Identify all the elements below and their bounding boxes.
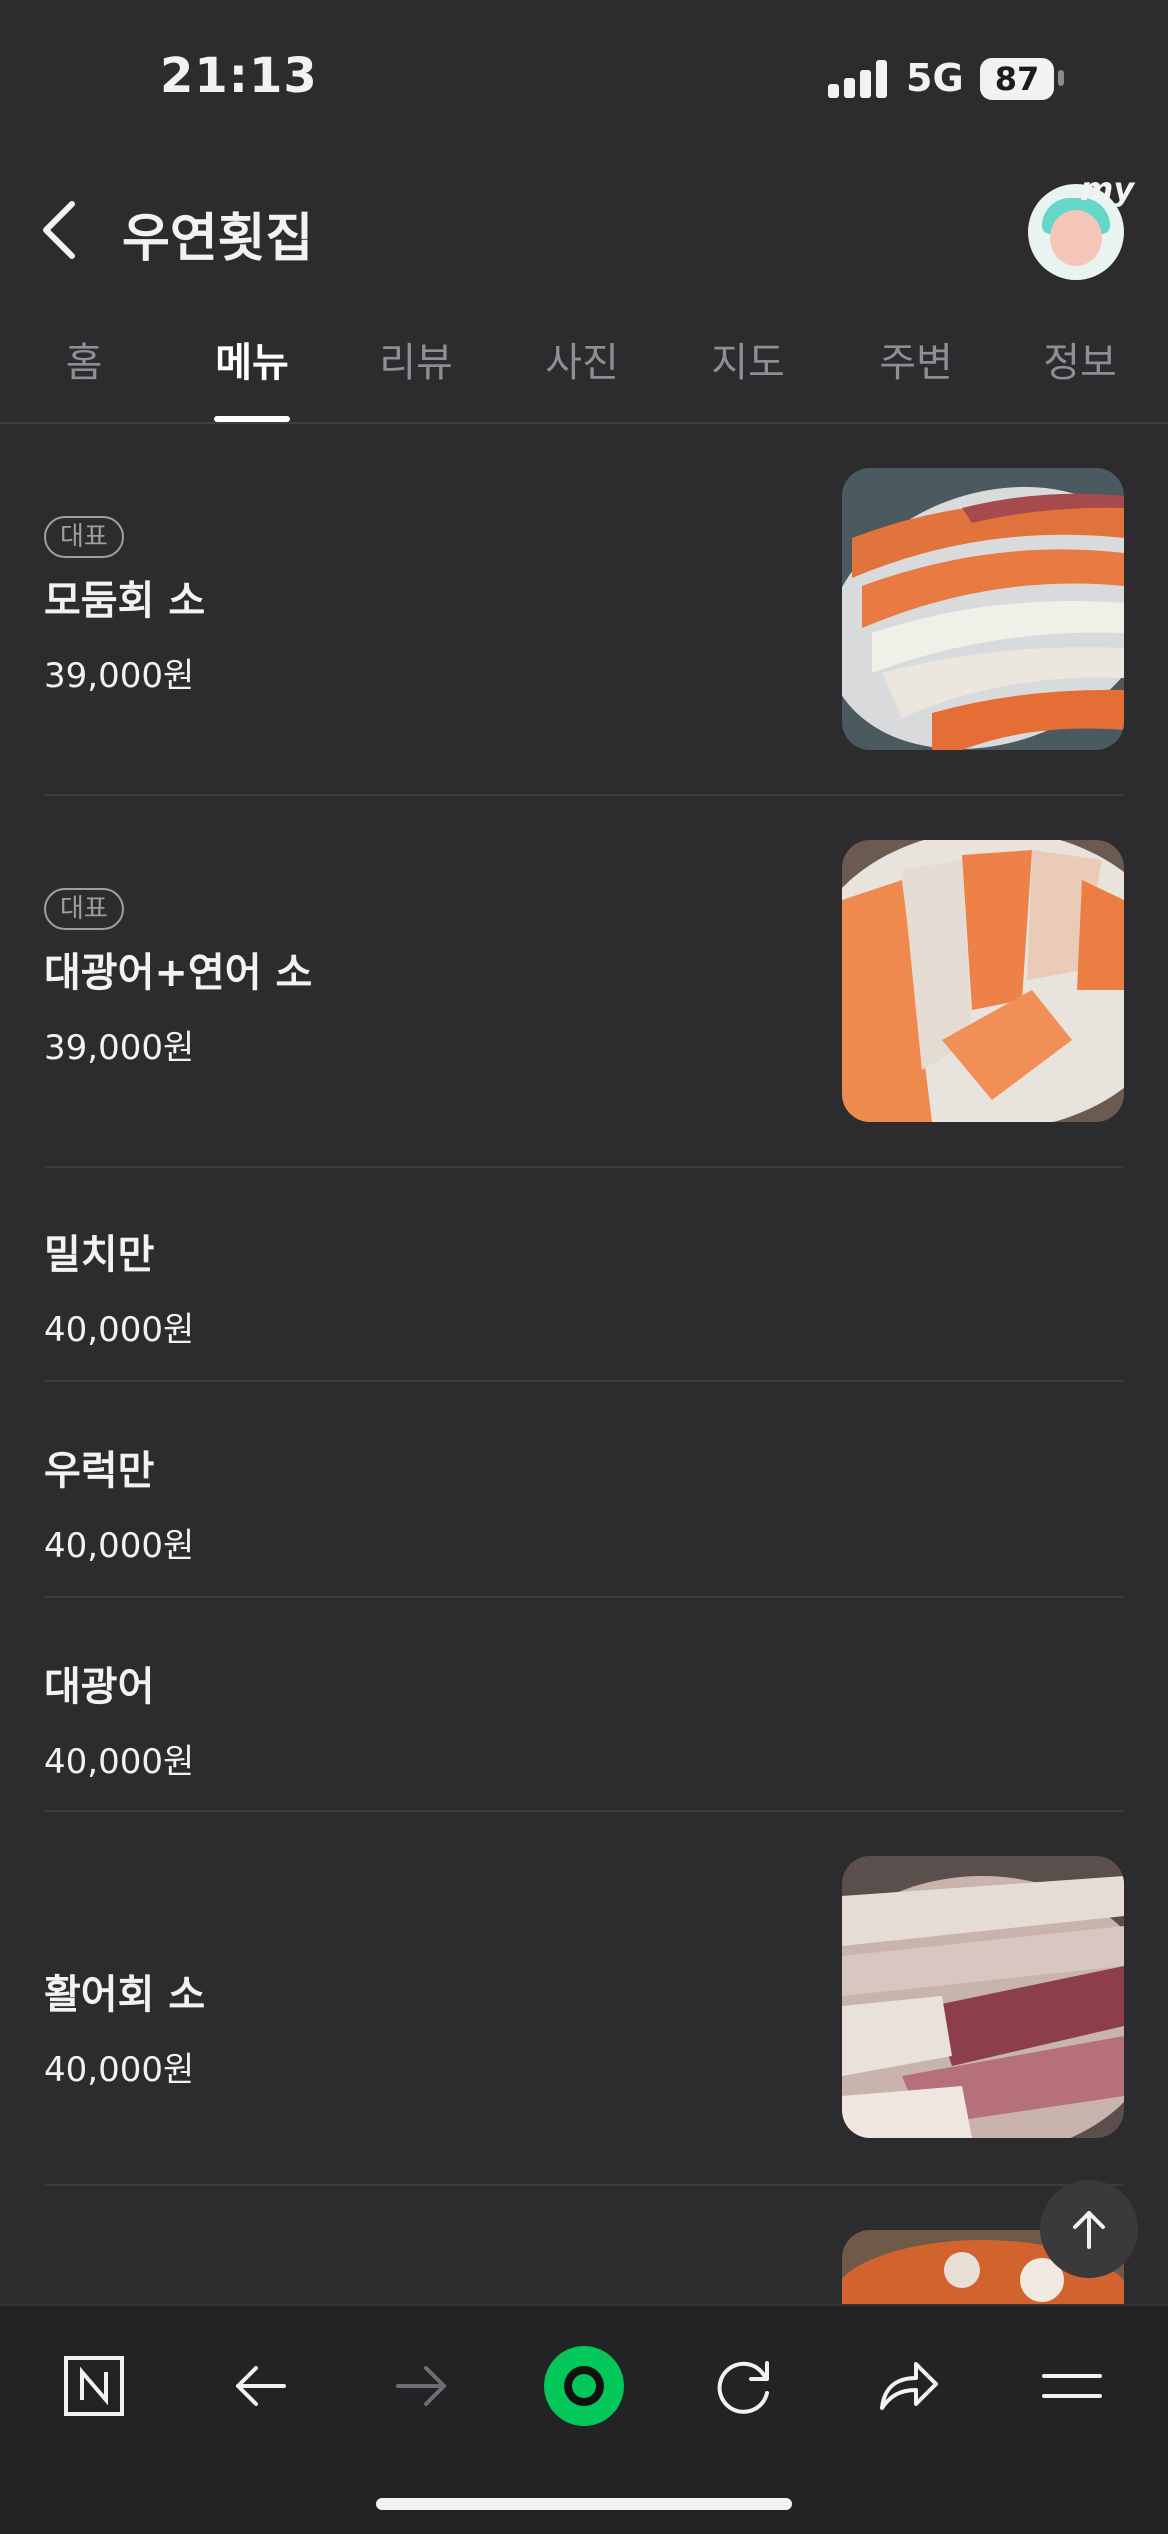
avatar-my-label: my [1080,170,1135,208]
back-button[interactable] [36,198,84,262]
menu-item-name: 밀치만 [44,1232,155,1278]
tab-photos[interactable]: 사진 [522,330,642,388]
tab-bar: 홈 메뉴 리뷰 사진 지도 주변 정보 [0,300,1168,424]
forward-nav-button[interactable] [386,2350,458,2422]
scroll-top-button[interactable] [1040,2180,1138,2278]
battery-cap [1058,70,1064,86]
menu-item-price: 40,000원 [44,1742,195,1782]
menu-item-image[interactable] [842,840,1124,1122]
tab-home[interactable]: 홈 [24,330,144,388]
share-button[interactable] [872,2350,944,2422]
naver-home-button[interactable] [58,2350,130,2422]
menu-item[interactable]: 밀치만 40,000원 [44,1168,1124,1382]
menu-item-image[interactable] [842,468,1124,750]
battery-icon: 87 [980,58,1054,100]
menu-item-price: 39,000원 [44,1028,195,1068]
status-bar: 21:13 5G 87 [0,0,1168,140]
share-icon [880,2362,938,2410]
status-time: 21:13 [160,48,318,104]
forward-arrow-icon [396,2366,446,2406]
menu-item[interactable]: 활어회 소 40,000원 [44,1812,1124,2186]
tab-map[interactable]: 지도 [688,330,808,388]
menu-item[interactable]: 대광어 40,000원 [44,1598,1124,1812]
chevron-left-icon [43,201,75,259]
menu-item-name: 대광어+연어 소 [44,950,313,996]
menu-item-image[interactable] [842,1856,1124,2138]
tab-info[interactable]: 정보 [1020,330,1140,388]
menu-item-name: 우럭만 [44,1448,155,1494]
menu-item[interactable]: 대표 모둠회 소 39,000원 [44,424,1124,796]
back-arrow-icon [236,2366,286,2406]
tab-menu[interactable]: 메뉴 [192,330,312,388]
refresh-button[interactable] [708,2350,780,2422]
home-indicator[interactable] [376,2498,792,2510]
arrow-up-icon [1073,2211,1105,2249]
menu-item-name: 활어회 소 [44,1972,206,2018]
network-label: 5G [906,56,964,100]
active-tab-indicator [214,416,290,422]
signature-badge: 대표 [44,888,124,930]
signature-badge: 대표 [44,516,124,558]
green-dot-button[interactable] [540,2342,628,2430]
menu-item[interactable]: 우럭만 40,000원 [44,1382,1124,1598]
menu-item-price: 39,000원 [44,656,195,696]
menu-item-price: 40,000원 [44,2050,195,2090]
green-dot-icon [544,2346,624,2426]
menu-list: 대표 모둠회 소 39,000원 대표 대광어+연어 소 39,000원 밀치만… [0,424,1168,2306]
tab-reviews[interactable]: 리뷰 [356,330,476,388]
menu-item-name: 대광어 [44,1664,155,1710]
refresh-icon [717,2361,769,2414]
menu-item-price: 40,000원 [44,1310,195,1350]
naver-icon [64,2356,124,2416]
menu-button[interactable] [1036,2350,1108,2422]
menu-icon [1042,2374,1102,2398]
back-nav-button[interactable] [224,2350,296,2422]
avatar-face [1050,210,1102,266]
menu-item[interactable]: 대표 대광어+연어 소 39,000원 [44,796,1124,1168]
menu-item[interactable] [44,2186,1124,2306]
menu-item-price: 40,000원 [44,1526,195,1566]
header: 우연횟집 [0,170,1168,290]
page-title: 우연횟집 [122,209,314,269]
tab-nearby[interactable]: 주변 [856,330,976,388]
menu-item-name: 모둠회 소 [44,578,206,624]
signal-icon [828,60,888,98]
